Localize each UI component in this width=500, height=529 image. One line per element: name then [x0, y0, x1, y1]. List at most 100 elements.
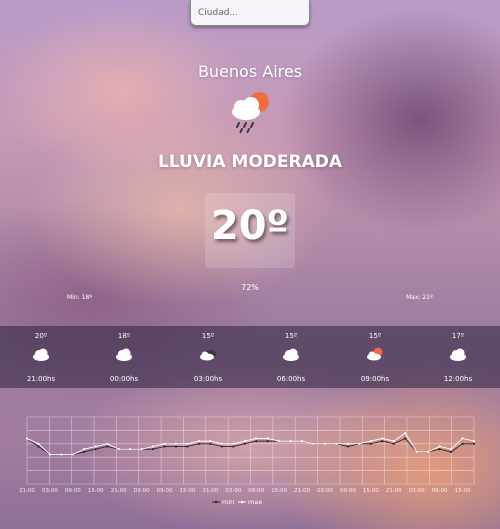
data-point-max	[404, 431, 407, 435]
data-point-max	[243, 440, 246, 443]
data-point-max	[358, 442, 361, 445]
temperature-chart: 21:00 03:00 09:00 15:00 21:00 03:00 09:00 15:00…	[19, 416, 476, 506]
data-point-min	[220, 445, 223, 448]
forecast-temp: 20º	[34, 332, 48, 340]
data-point-max	[266, 437, 269, 440]
data-point-min	[163, 445, 166, 448]
forecast-temp: 15º	[368, 332, 382, 340]
data-point-min	[472, 442, 476, 445]
cloud-icon	[115, 346, 133, 361]
x-tick-label: 03:00	[317, 488, 333, 494]
x-tick-label: 15:00	[455, 488, 471, 494]
x-tick-label: 15:00	[88, 488, 104, 494]
data-point-max	[438, 445, 441, 448]
data-point-min	[346, 445, 350, 448]
x-tick-label: 21:00	[386, 488, 402, 494]
x-tick-label: 09:00	[248, 488, 264, 494]
data-point-max	[220, 442, 223, 445]
data-point-max	[369, 440, 372, 443]
x-tick-label: 03:00	[409, 488, 425, 494]
min-temperature: Min: 18º	[67, 294, 93, 301]
data-point-max	[278, 440, 281, 443]
data-point-min	[449, 450, 453, 453]
data-point-max	[427, 450, 430, 453]
cloud-sun-icon	[366, 346, 384, 361]
data-point-max	[94, 445, 97, 448]
x-tick-label: 21:00	[111, 488, 127, 494]
x-tick-label: 09:00	[157, 488, 173, 494]
data-point-min	[186, 445, 189, 448]
data-point-min	[404, 437, 407, 440]
x-tick-label: 15:00	[271, 488, 287, 494]
data-point-max	[312, 442, 315, 445]
data-point-min	[94, 448, 97, 451]
data-point-max	[151, 445, 155, 448]
data-point-min	[151, 448, 155, 451]
forecast-temp: 15º	[201, 332, 215, 340]
weather-condition: LLUVIA MODERADA	[157, 152, 343, 172]
search-input[interactable]: Ciudad...	[190, 0, 310, 26]
data-point-max	[392, 440, 395, 443]
data-point-max	[300, 440, 304, 443]
x-tick-label: 03:00	[225, 488, 241, 494]
data-point-min	[174, 445, 178, 448]
x-tick-label: 09:00	[340, 488, 356, 494]
data-point-max	[335, 442, 338, 445]
max-temperature: Max: 21º	[406, 294, 433, 301]
data-point-max	[472, 440, 476, 443]
forecast-item: 20º 21:00hs	[16, 326, 66, 388]
data-point-min	[106, 445, 109, 448]
data-point-min	[232, 445, 235, 448]
data-point-min	[37, 445, 40, 448]
data-point-max	[71, 453, 74, 456]
data-point-max	[197, 440, 201, 443]
data-point-max	[129, 448, 132, 451]
forecast-temp: 17º	[451, 332, 465, 340]
data-point-max	[106, 442, 109, 445]
data-point-min	[392, 442, 395, 445]
cloud-icon	[449, 346, 467, 361]
data-point-max	[209, 440, 212, 443]
forecast-temp: 18º	[117, 332, 131, 340]
x-tick-label: 21:00	[202, 488, 218, 494]
forecast-item: 18º 00:00hs	[99, 326, 149, 388]
forecast-time: 06:00hs	[276, 375, 306, 383]
data-point-min	[461, 442, 464, 445]
data-point-max	[163, 442, 166, 445]
data-point-max	[186, 442, 189, 445]
data-point-max	[449, 448, 453, 451]
forecast-item: 15º 06:00hs	[266, 326, 316, 388]
forecast-item: 17º 12:00hs	[433, 326, 483, 388]
data-point-min	[209, 442, 212, 445]
forecast-item: 15º 03:00hs	[183, 326, 233, 388]
data-point-min	[83, 450, 86, 453]
x-tick-label: 15:00	[363, 488, 379, 494]
forecast-time: 21:00hs	[26, 375, 56, 383]
data-point-min	[243, 442, 246, 445]
data-point-max	[117, 448, 120, 451]
data-point-max	[48, 453, 52, 456]
data-point-min	[266, 440, 269, 443]
current-temperature: 20º	[210, 203, 290, 249]
data-point-min	[381, 440, 384, 443]
cloud-icon	[282, 346, 300, 361]
cloud-rain-sun-icon	[226, 90, 274, 134]
legend-label-min: min	[222, 498, 234, 506]
legend-marker-min	[214, 500, 218, 504]
x-tick-label: 15:00	[180, 488, 196, 494]
data-point-max	[255, 437, 258, 440]
data-point-max	[83, 448, 86, 451]
data-point-min	[255, 440, 258, 443]
humidity-value: 72%	[241, 283, 259, 292]
forecast-time: 03:00hs	[193, 375, 223, 383]
hourly-forecast-strip: 20º 21:00hs 18º 00:00hs 15º 03:00hs 15º …	[0, 326, 500, 388]
data-point-min	[369, 442, 372, 445]
data-point-max	[289, 440, 292, 443]
data-point-min	[438, 448, 441, 451]
data-point-max	[323, 442, 327, 445]
forecast-time: 12:00hs	[443, 375, 473, 383]
data-point-max	[232, 442, 235, 445]
x-tick-label: 09:00	[65, 488, 81, 494]
forecast-time: 09:00hs	[360, 375, 390, 383]
city-name: Buenos Aires	[197, 62, 303, 81]
